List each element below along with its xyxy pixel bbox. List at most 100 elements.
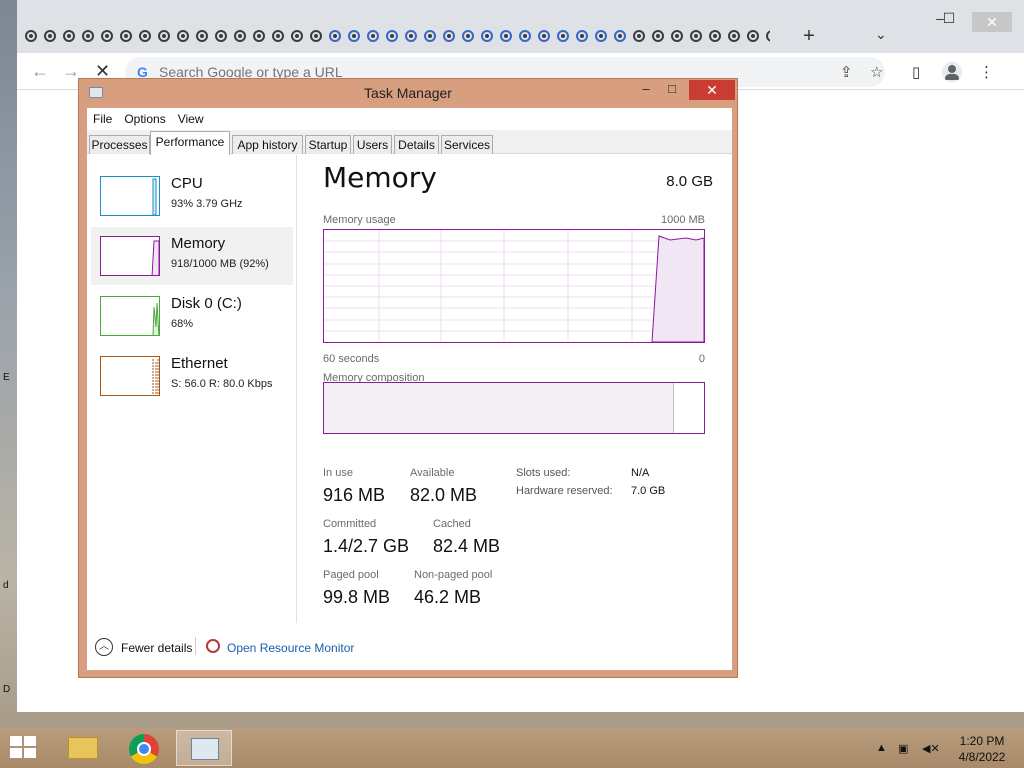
browser-tab[interactable] <box>101 30 113 42</box>
share-icon[interactable]: ⇪ <box>840 63 853 81</box>
fewer-details-button[interactable]: Fewer details <box>121 641 192 655</box>
resource-monitor-icon[interactable] <box>206 639 220 653</box>
minimize-button[interactable]: – <box>633 81 659 96</box>
browser-tab[interactable] <box>253 30 265 42</box>
browser-tab[interactable] <box>576 30 588 42</box>
close-button[interactable]: ✕ <box>972 12 1012 32</box>
time-end-label: 0 <box>698 353 705 365</box>
browser-tab[interactable] <box>728 30 740 42</box>
volume-muted-icon[interactable]: ◀✕ <box>922 742 940 755</box>
browser-tab[interactable] <box>367 30 379 42</box>
slots-used-value: N/A <box>631 467 650 479</box>
task-manager-taskbar-button[interactable] <box>176 730 232 766</box>
browser-tab[interactable] <box>709 30 721 42</box>
title-bar[interactable]: Task Manager – □ ✕ <box>79 79 737 105</box>
close-button[interactable]: ✕ <box>689 80 735 100</box>
browser-tab[interactable] <box>690 30 702 42</box>
menu-options[interactable]: Options <box>118 112 171 126</box>
browser-tab[interactable] <box>747 30 759 42</box>
hardware-reserved-value: 7.0 GB <box>631 485 666 497</box>
non-paged-pool-label: Non-paged pool <box>414 569 493 581</box>
browser-tab[interactable] <box>348 30 360 42</box>
network-icon[interactable]: ▣ <box>898 742 908 755</box>
tab-services[interactable]: Services <box>441 135 493 154</box>
page-title: Memory <box>323 161 437 194</box>
sidebar-item-memory[interactable]: Memory 918/1000 MB (92%) <box>91 227 293 285</box>
sidebar-item-cpu[interactable]: CPU 93% 3.79 GHz <box>91 167 293 225</box>
browser-tab[interactable] <box>386 30 398 42</box>
browser-tab[interactable] <box>120 30 132 42</box>
browser-tab[interactable] <box>291 30 303 42</box>
browser-tab[interactable] <box>671 30 683 42</box>
tab-app-history[interactable]: App history <box>232 135 303 154</box>
new-tab-button[interactable]: + <box>797 24 821 48</box>
windows-start-icon[interactable] <box>10 736 38 760</box>
browser-tab[interactable] <box>538 30 550 42</box>
browser-tab[interactable] <box>633 30 645 42</box>
disk-thumbnail-graph <box>100 296 160 336</box>
profile-avatar-icon[interactable] <box>942 62 962 82</box>
browser-tab[interactable] <box>82 30 94 42</box>
browser-tab[interactable] <box>44 30 56 42</box>
tab-users[interactable]: Users <box>353 135 392 154</box>
browser-tab[interactable] <box>443 30 455 42</box>
memory-detail-panel: Memory 8.0 GB Memory usage 1000 MB 60 se… <box>317 155 717 623</box>
browser-tab[interactable] <box>310 30 322 42</box>
tab-performance[interactable]: Performance <box>150 131 230 155</box>
bookmark-star-icon[interactable]: ☆ <box>870 63 883 81</box>
browser-tab[interactable] <box>614 30 626 42</box>
browser-tab[interactable] <box>196 30 208 42</box>
chrome-taskbar-button[interactable] <box>115 730 171 766</box>
memory-usage-graph-svg <box>324 230 705 343</box>
browser-tab[interactable] <box>405 30 417 42</box>
sidebar-item-name: CPU <box>171 175 203 192</box>
file-explorer-button[interactable] <box>54 730 110 766</box>
browser-tab[interactable] <box>177 30 189 42</box>
sidebar-item-detail: 68% <box>171 318 194 330</box>
browser-tab[interactable] <box>424 30 436 42</box>
desktop-icon-label: E <box>3 372 10 383</box>
tray-expand-icon[interactable]: ▲ <box>876 742 887 754</box>
tab-details[interactable]: Details <box>394 135 439 154</box>
memory-composition-bar <box>323 382 705 434</box>
menu-file[interactable]: File <box>87 112 118 126</box>
browser-tab[interactable] <box>652 30 664 42</box>
chevron-down-icon[interactable]: ⌄ <box>875 26 887 43</box>
back-arrow-icon[interactable]: ← <box>31 61 49 81</box>
tab-processes[interactable]: Processes <box>89 135 150 154</box>
browser-tab[interactable] <box>234 30 246 42</box>
memory-usage-graph <box>323 229 705 343</box>
divider <box>195 637 196 655</box>
tab-startup[interactable]: Startup <box>305 135 351 154</box>
chevron-up-icon[interactable]: ︿ <box>95 638 113 656</box>
ethernet-thumbnail-graph <box>100 356 160 396</box>
sidebar-item-name: Disk 0 (C:) <box>171 295 242 312</box>
browser-tab[interactable] <box>25 30 37 42</box>
side-panel-icon[interactable]: ▯ <box>912 63 920 81</box>
sidebar-item-ethernet[interactable]: Ethernet S: 56.0 R: 80.0 Kbps <box>91 347 293 405</box>
browser-tab[interactable] <box>557 30 569 42</box>
browser-tab[interactable] <box>595 30 607 42</box>
browser-tab[interactable] <box>272 30 284 42</box>
taskbar: ▲ ▣ ◀✕ 1:20 PM 4/8/2022 <box>0 728 1024 768</box>
browser-tab[interactable] <box>519 30 531 42</box>
browser-tab[interactable] <box>500 30 512 42</box>
open-resource-monitor-link[interactable]: Open Resource Monitor <box>227 641 354 655</box>
maximize-button[interactable]: ☐ <box>929 10 969 27</box>
more-menu-icon[interactable]: ⋮ <box>979 63 994 81</box>
clock[interactable]: 1:20 PM 4/8/2022 <box>950 733 1014 765</box>
browser-tab[interactable] <box>481 30 493 42</box>
maximize-button[interactable]: □ <box>659 81 685 96</box>
sidebar-item-detail: 93% 3.79 GHz <box>171 198 243 210</box>
browser-tab[interactable] <box>139 30 151 42</box>
browser-tab[interactable] <box>158 30 170 42</box>
browser-tab[interactable] <box>462 30 474 42</box>
browser-tab[interactable] <box>63 30 75 42</box>
browser-tab[interactable] <box>329 30 341 42</box>
sidebar-item-disk[interactable]: Disk 0 (C:) 68% <box>91 287 293 345</box>
total-memory: 8.0 GB <box>666 173 713 190</box>
browser-tab[interactable] <box>766 30 770 42</box>
menu-view[interactable]: View <box>172 112 210 126</box>
task-manager-body: File Options View Processes Performance … <box>87 108 732 670</box>
browser-tab[interactable] <box>215 30 227 42</box>
